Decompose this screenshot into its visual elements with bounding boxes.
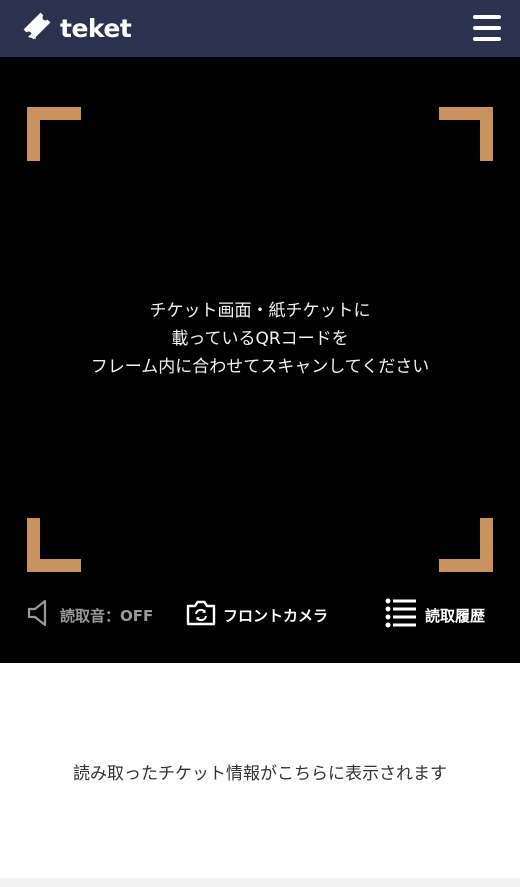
- instruction-line: 載っているQRコードを: [171, 329, 349, 349]
- sound-toggle-button[interactable]: 読取音：OFF: [26, 595, 153, 635]
- frame-corner-top-right: [439, 107, 493, 161]
- history-label: 読取履歴: [425, 606, 486, 625]
- teket-logo[interactable]: teket: [20, 9, 132, 47]
- scan-instruction: チケット画面・紙チケットに 載っているQRコードを フレーム内に合わせてスキャン…: [0, 297, 520, 381]
- camera-switch-icon: [185, 599, 217, 631]
- camera-label: フロントカメラ: [223, 606, 329, 625]
- instruction-line: チケット画面・紙チケットに: [149, 301, 371, 321]
- speaker-icon: [26, 599, 50, 631]
- scan-history-button[interactable]: 読取履歴: [385, 595, 485, 635]
- frame-corner-top-left: [27, 107, 81, 161]
- list-icon: [385, 597, 417, 633]
- ticket-logo-icon: [20, 9, 54, 47]
- hamburger-menu-icon[interactable]: [469, 12, 505, 44]
- sound-label: 読取音：OFF: [60, 606, 154, 625]
- frame-corner-bottom-right: [439, 518, 493, 572]
- front-camera-button[interactable]: フロントカメラ: [185, 595, 328, 635]
- logo-text: teket: [60, 13, 132, 43]
- scanner-controls: 読取音：OFF フロントカメラ 読取履歴: [0, 595, 520, 635]
- bottom-divider: [0, 878, 520, 887]
- qr-scanner-view[interactable]: チケット画面・紙チケットに 載っているQRコードを フレーム内に合わせてスキャン…: [0, 57, 520, 663]
- ticket-result-panel: 読み取ったチケット情報がこちらに表示されます: [0, 663, 520, 878]
- app-header: teket: [0, 0, 520, 57]
- instruction-line: フレーム内に合わせてスキャンしてください: [90, 357, 430, 377]
- frame-corner-bottom-left: [27, 518, 81, 572]
- result-placeholder-text: 読み取ったチケット情報がこちらに表示されます: [73, 764, 447, 784]
